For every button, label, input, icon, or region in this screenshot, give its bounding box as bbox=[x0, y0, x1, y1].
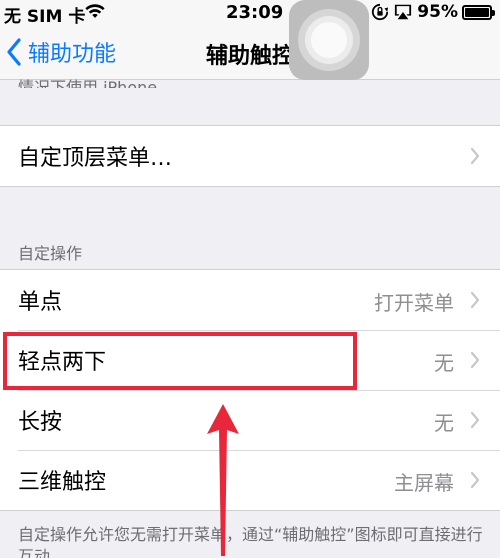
long-press-cell[interactable]: 长按 无 bbox=[0, 390, 500, 450]
section-header: 自定操作 bbox=[18, 244, 83, 263]
clock: 23:09 bbox=[226, 2, 284, 23]
cell-label: 自定顶层菜单… bbox=[18, 146, 173, 171]
menu-group: 自定顶层菜单… bbox=[0, 125, 500, 187]
rotation-lock-icon bbox=[372, 3, 389, 21]
section-footer: 自定操作允许您无需打开菜单，通过“辅助触控”图标即可直接进行互动。 bbox=[18, 525, 483, 558]
red-highlight-box bbox=[3, 332, 357, 390]
customize-top-menu-cell[interactable]: 自定顶层菜单… bbox=[0, 126, 500, 186]
battery-percent: 95% bbox=[417, 2, 458, 22]
chevron-right-icon bbox=[470, 291, 480, 309]
chevron-right-icon bbox=[470, 471, 480, 489]
airplay-icon bbox=[395, 4, 412, 20]
arrow-up-icon bbox=[207, 404, 239, 556]
cell-label: 单点 bbox=[18, 290, 63, 315]
cell-value: 打开菜单 bbox=[374, 291, 454, 315]
battery-icon bbox=[462, 4, 495, 20]
cell-label: 三维触控 bbox=[18, 470, 107, 495]
3d-touch-cell[interactable]: 三维触控 主屏幕 bbox=[0, 450, 500, 510]
cell-value: 主屏幕 bbox=[394, 471, 454, 495]
truncated-description: 情况下使用 iPhone。 bbox=[18, 78, 174, 88]
cell-label: 长按 bbox=[18, 410, 63, 435]
chevron-right-icon bbox=[470, 147, 480, 165]
custom-actions-group: 单点 打开菜单 轻点两下 无 长按 无 三维触控 主屏幕 bbox=[0, 269, 500, 511]
status-bar: 无 SIM 卡 23:09 95% bbox=[0, 0, 500, 27]
cell-value: 无 bbox=[434, 351, 454, 375]
carrier-label: 无 SIM 卡 bbox=[4, 7, 86, 27]
wifi-icon bbox=[85, 4, 105, 18]
status-right: 95% bbox=[371, 2, 495, 22]
chevron-right-icon bbox=[470, 351, 480, 369]
assistive-touch-icon[interactable] bbox=[289, 0, 369, 80]
page-title: 辅助触控 bbox=[205, 44, 294, 69]
cell-value: 无 bbox=[434, 411, 454, 435]
single-tap-cell[interactable]: 单点 打开菜单 bbox=[0, 270, 500, 330]
chevron-right-icon bbox=[470, 411, 480, 429]
